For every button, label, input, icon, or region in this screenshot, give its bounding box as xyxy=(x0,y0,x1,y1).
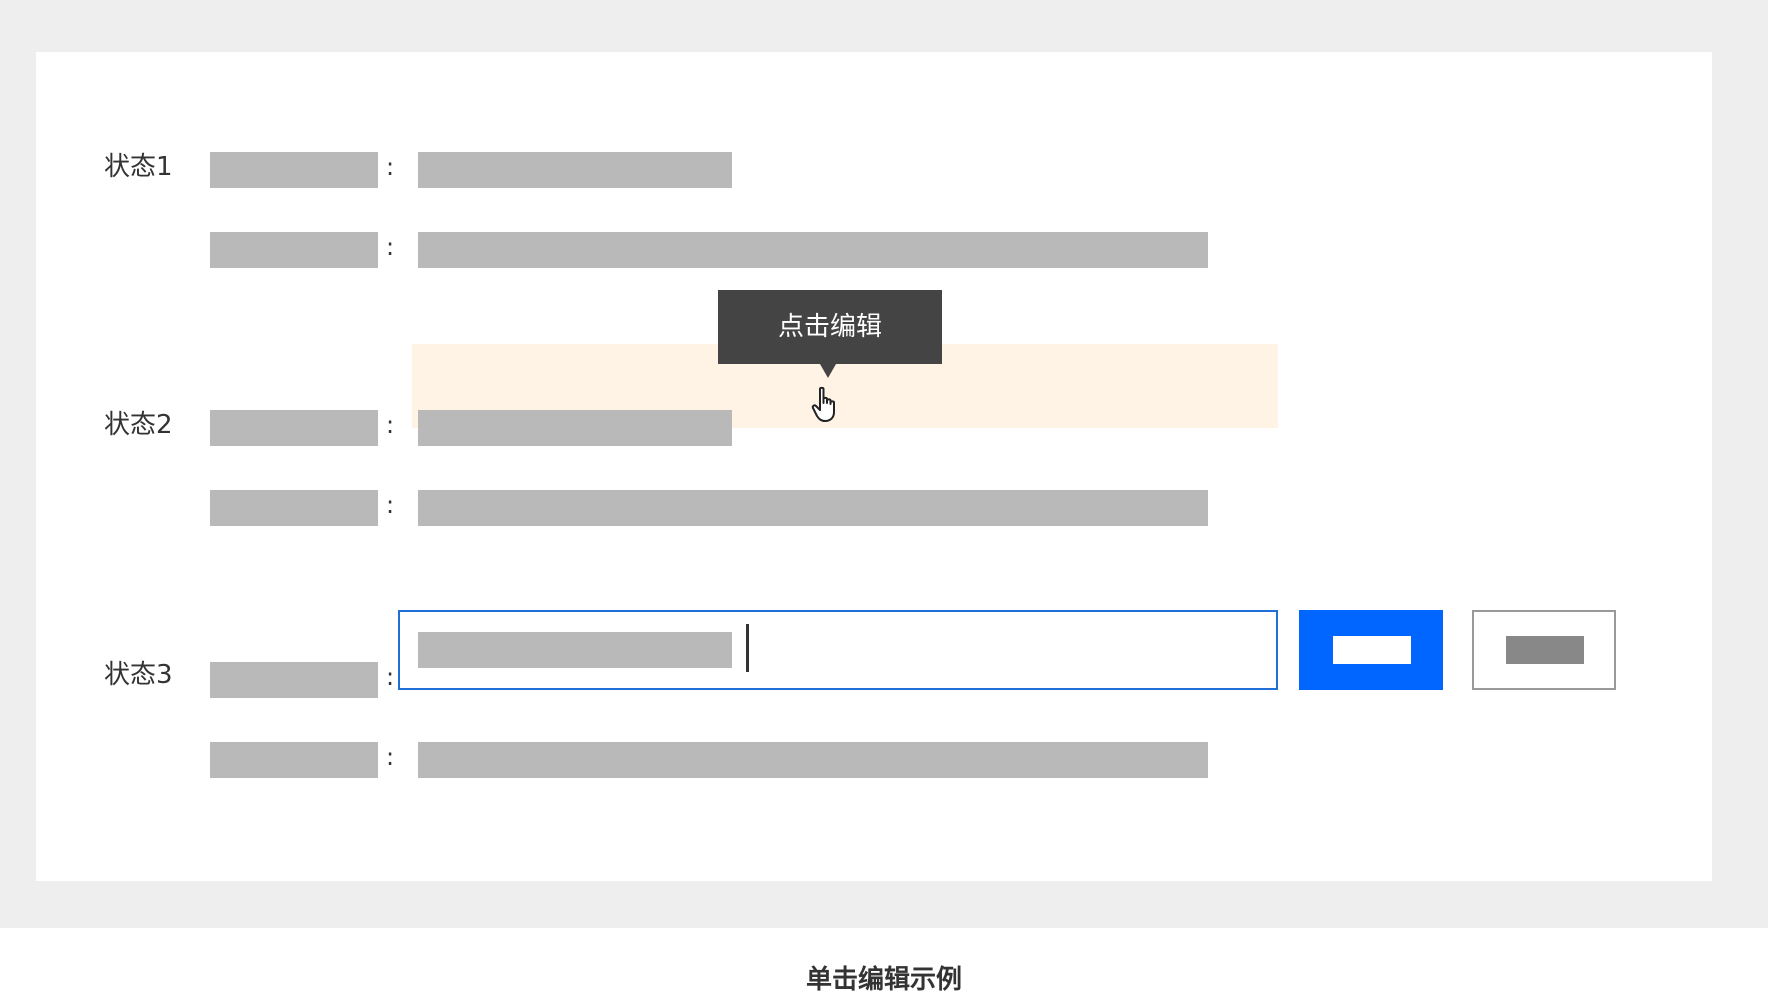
field-2a-value-placeholder[interactable] xyxy=(418,410,732,446)
state-1-label: 状态1 xyxy=(104,152,173,182)
field-1b-label-placeholder xyxy=(210,232,378,268)
colon: : xyxy=(386,153,395,181)
colon: : xyxy=(386,743,395,771)
confirm-button[interactable] xyxy=(1299,610,1443,690)
field-2a-label-placeholder xyxy=(210,410,378,446)
field-1b-value-placeholder xyxy=(418,232,1208,268)
figure-caption: 单击编辑示例 xyxy=(805,965,962,995)
cancel-button[interactable] xyxy=(1472,610,1616,690)
field-2b-value-placeholder xyxy=(418,490,1208,526)
colon: : xyxy=(386,663,395,691)
colon: : xyxy=(386,491,395,519)
text-caret xyxy=(746,624,749,672)
field-1a-value-placeholder xyxy=(418,152,732,188)
state-3-label: 状态3 xyxy=(104,660,173,690)
input-value-placeholder xyxy=(418,632,732,668)
colon: : xyxy=(386,233,395,261)
field-1a-label-placeholder xyxy=(210,152,378,188)
field-3a-label-placeholder xyxy=(210,662,378,698)
colon: : xyxy=(386,411,395,439)
cancel-label-placeholder xyxy=(1506,636,1584,664)
edit-tooltip: 点击编辑 xyxy=(718,290,942,364)
field-2b-label-placeholder xyxy=(210,490,378,526)
field-3b-value-placeholder xyxy=(418,742,1208,778)
canvas-background: 状态1 : : 状态2 : : 点击编辑 状态3 :: xyxy=(0,0,1768,928)
confirm-label-placeholder xyxy=(1333,636,1411,664)
state-2-label: 状态2 xyxy=(104,410,173,440)
tooltip-arrow xyxy=(820,364,836,378)
hand-pointer-icon xyxy=(811,386,835,422)
form-panel: 状态1 : : 状态2 : : 点击编辑 状态3 :: xyxy=(36,52,1712,881)
field-3b-label-placeholder xyxy=(210,742,378,778)
